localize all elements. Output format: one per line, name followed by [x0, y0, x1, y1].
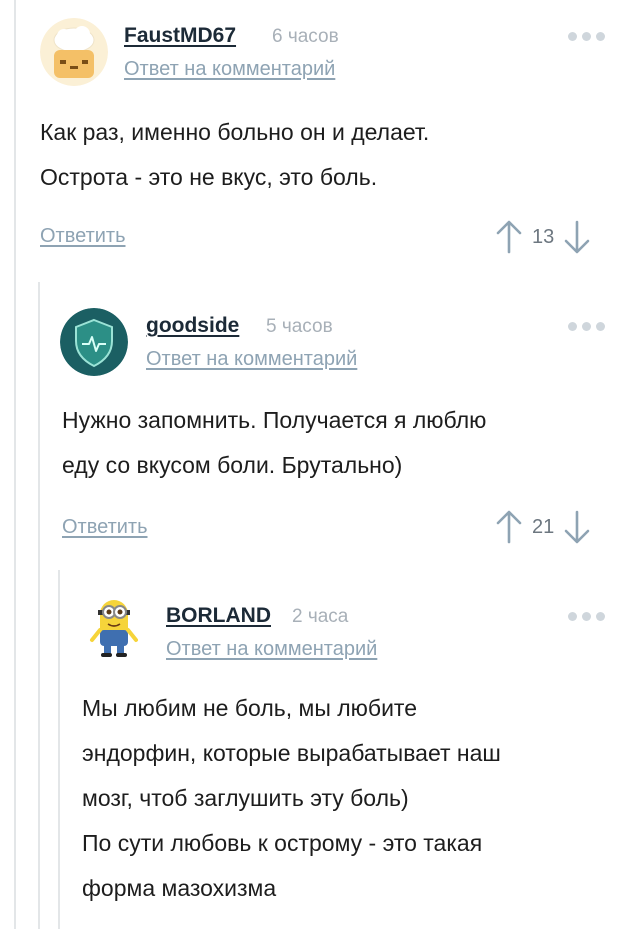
comment-time: 2 часа [292, 606, 349, 627]
more-options-icon[interactable] [568, 322, 605, 331]
chef-avatar-icon[interactable] [40, 18, 108, 86]
comment-text-line: еду со вкусом боли. Брутально) [62, 452, 403, 478]
comment-text: Мы любим не боль, мы любите эндорфин, ко… [82, 686, 501, 911]
vote-control: 21 [496, 510, 590, 544]
comment-text: Нужно запомнить. Получается я люблю еду … [62, 398, 486, 488]
comment-text-line: Как раз, именно больно он и делает. [40, 119, 430, 145]
comment-rating: 21 [532, 515, 555, 538]
downvote-icon[interactable] [564, 220, 590, 254]
comment: BORLAND 2 часа Ответ на комментарий Мы л… [0, 580, 640, 929]
comment: FaustMD67 6 часов Ответ на комментарий К… [0, 0, 640, 260]
answer-button[interactable]: Ответить [62, 516, 148, 539]
reply-to-link[interactable]: Ответ на комментарий [146, 348, 357, 371]
comment-text-line: эндорфин, которые вырабатывает наш [82, 740, 501, 766]
upvote-icon[interactable] [496, 220, 522, 254]
comment-text: Как раз, именно больно он и делает. Остр… [40, 110, 429, 200]
comment-author[interactable]: goodside [146, 314, 239, 338]
comment-text-line: Мы любим не боль, мы любите [82, 695, 417, 721]
comment-rating: 13 [532, 225, 555, 248]
comment-author[interactable]: BORLAND [166, 604, 271, 628]
comment-text-line: форма мазохизма [82, 875, 277, 901]
comment-text-line: Острота - это не вкус, это боль. [40, 164, 378, 190]
comment-text-line: Нужно запомнить. Получается я люблю [62, 407, 487, 433]
comment-time: 6 часов [272, 26, 339, 47]
more-options-icon[interactable] [568, 612, 605, 621]
comment-text-line: мозг, чтоб заглушить эту боль) [82, 785, 409, 811]
comment-author[interactable]: FaustMD67 [124, 24, 236, 48]
downvote-icon[interactable] [564, 510, 590, 544]
answer-button[interactable]: Ответить [40, 225, 126, 248]
comment-time: 5 часов [266, 316, 333, 337]
comment-text-line: По сути любовь к острому - это такая [82, 830, 483, 856]
minion-avatar-icon[interactable] [80, 594, 148, 662]
comment: goodside 5 часов Ответ на комментарий Ну… [0, 282, 640, 562]
more-options-icon[interactable] [568, 32, 605, 41]
vote-control: 13 [496, 220, 590, 254]
reply-to-link[interactable]: Ответ на комментарий [124, 58, 335, 81]
shield-avatar-icon[interactable] [60, 308, 128, 376]
upvote-icon[interactable] [496, 510, 522, 544]
reply-to-link[interactable]: Ответ на комментарий [166, 638, 377, 661]
